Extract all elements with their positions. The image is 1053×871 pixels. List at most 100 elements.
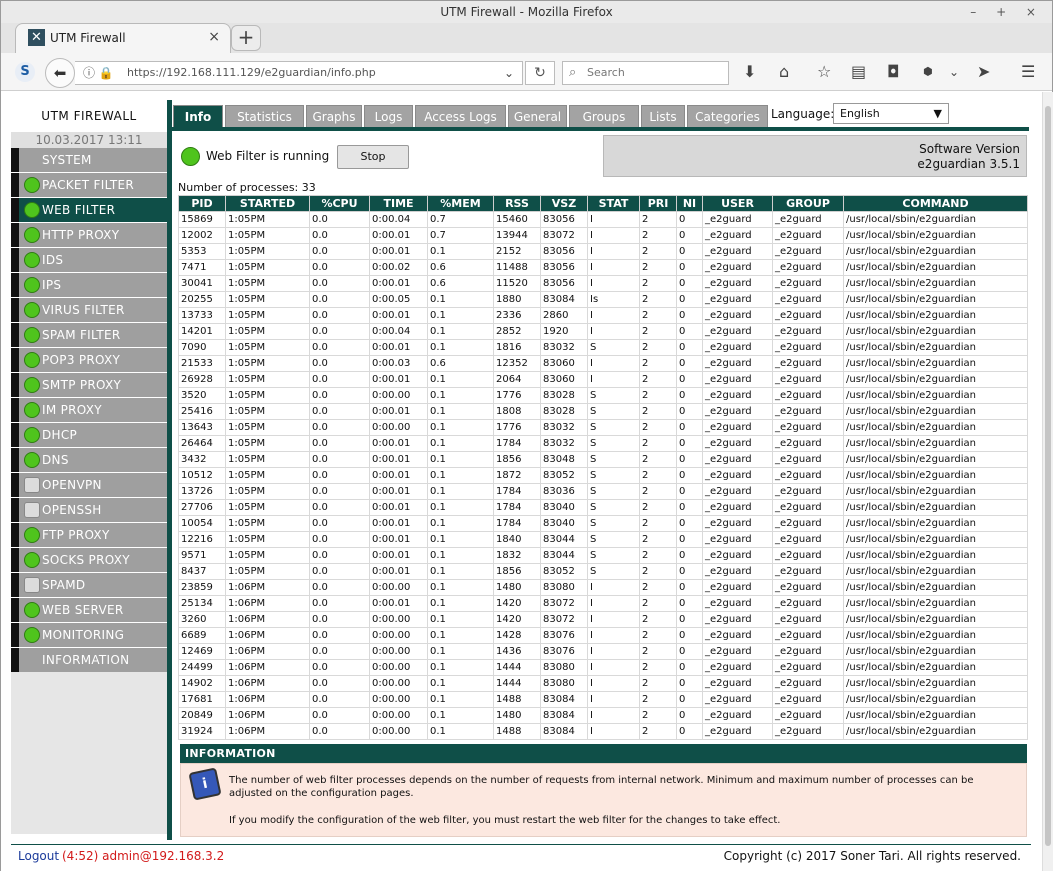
table-cell: I — [587, 355, 640, 372]
back-button[interactable]: ⬅ — [45, 58, 75, 88]
sidebar-item-smtp-proxy[interactable]: SMTP PROXY — [11, 373, 167, 397]
table-cell: 0 — [676, 643, 703, 660]
sidebar-item-openssh[interactable]: OPENSSH — [11, 498, 167, 522]
scrollbar-thumb[interactable] — [1045, 106, 1051, 846]
url-text[interactable]: https://192.168.111.129/e2guardian/info.… — [127, 62, 376, 84]
sidebar-item-im-proxy[interactable]: IM PROXY — [11, 398, 167, 422]
tab-graphs[interactable]: Graphs — [306, 105, 362, 127]
sync-icon[interactable]: S — [15, 62, 35, 82]
sidebar-item-ftp-proxy[interactable]: FTP PROXY — [11, 523, 167, 547]
table-cell: 83044 — [540, 531, 588, 548]
adblock-icon[interactable]: ⬢ — [923, 62, 933, 82]
stop-button[interactable]: Stop — [337, 145, 409, 169]
hamburger-menu-icon[interactable]: ☰ — [1021, 62, 1035, 82]
url-dropdown-icon[interactable]: ⌄ — [504, 62, 514, 84]
bookmark-star-icon[interactable]: ☆ — [817, 62, 831, 82]
url-bar[interactable]: ⓘ 🔒 https://192.168.111.129/e2guardian/i… — [75, 61, 523, 85]
download-icon[interactable]: ⬇ — [743, 62, 756, 82]
table-cell: 0:00.00 — [369, 627, 428, 644]
sidebar-item-spam-filter[interactable]: SPAM FILTER — [11, 323, 167, 347]
sidebar-item-ids[interactable]: IDS — [11, 248, 167, 272]
sidebar-filler — [11, 672, 167, 834]
column-header: USER — [702, 195, 773, 212]
sidebar-item-monitoring[interactable]: MONITORING — [11, 623, 167, 647]
tab-groups[interactable]: Groups — [569, 105, 639, 127]
site-info-icon[interactable]: ⓘ 🔒 — [83, 62, 114, 84]
information-text-1: The number of web filter processes depen… — [229, 775, 974, 799]
browser-tab[interactable]: ✕ UTM Firewall × — [15, 23, 231, 53]
table-cell: 0.0 — [309, 451, 370, 468]
sidebar-item-virus-filter[interactable]: VIRUS FILTER — [11, 298, 167, 322]
sidebar-item-pop3-proxy[interactable]: POP3 PROXY — [11, 348, 167, 372]
table-cell: 1:05PM — [225, 275, 310, 292]
table-cell: 0.1 — [427, 595, 494, 612]
send-icon[interactable]: ➤ — [977, 62, 990, 82]
pocket-icon[interactable]: ◘ — [887, 62, 900, 82]
table-cell: 1:05PM — [225, 515, 310, 532]
table-cell: _e2guard — [702, 275, 773, 292]
sidebar-item-web-server[interactable]: WEB SERVER — [11, 598, 167, 622]
logout-link[interactable]: Logout — [18, 845, 59, 867]
table-cell: 0 — [676, 275, 703, 292]
sidebar-item-packet-filter[interactable]: PACKET FILTER — [11, 173, 167, 197]
sidebar-item-spamd[interactable]: SPAMD — [11, 573, 167, 597]
table-cell: /usr/local/sbin/e2guardian — [843, 531, 1028, 548]
tab-access-logs[interactable]: Access Logs — [415, 105, 506, 127]
tab-logs[interactable]: Logs — [364, 105, 413, 127]
table-cell: 0.0 — [309, 547, 370, 564]
tab-close-icon[interactable]: × — [208, 29, 220, 45]
table-cell: 2 — [639, 467, 677, 484]
table-cell: 83044 — [540, 547, 588, 564]
table-cell: _e2guard — [702, 451, 773, 468]
sidebar-item-socks-proxy[interactable]: SOCKS PROXY — [11, 548, 167, 572]
table-cell: 1:06PM — [225, 675, 310, 692]
home-icon[interactable]: ⌂ — [779, 62, 789, 82]
table-cell: 0:00.01 — [369, 467, 428, 484]
search-input[interactable]: ⌕ Search — [562, 61, 729, 85]
tab-statistics[interactable]: Statistics — [225, 105, 304, 127]
tab-info[interactable]: Info — [173, 105, 223, 127]
table-cell: 0.7 — [427, 211, 494, 228]
table-cell: 0:00.00 — [369, 723, 428, 740]
table-cell: _e2guard — [702, 723, 773, 740]
new-tab-button[interactable]: + — [231, 25, 261, 51]
table-cell: I — [587, 211, 640, 228]
sidebar-item-dhcp[interactable]: DHCP — [11, 423, 167, 447]
reading-list-icon[interactable]: ▤ — [851, 62, 866, 82]
table-cell: 0:00.00 — [369, 579, 428, 596]
table-cell: S — [587, 483, 640, 500]
sidebar-item-information[interactable]: INFORMATION — [11, 648, 167, 672]
table-cell: 0 — [676, 435, 703, 452]
sidebar-item-dns[interactable]: DNS — [11, 448, 167, 472]
table-cell: 0.0 — [309, 339, 370, 356]
sidebar-item-ips[interactable]: IPS — [11, 273, 167, 297]
table-cell: 0.6 — [427, 275, 494, 292]
table-cell: 0:00.02 — [369, 259, 428, 276]
table-cell: _e2guard — [772, 435, 844, 452]
sidebar-item-web-filter[interactable]: WEB FILTER — [11, 198, 167, 222]
adblock-dropdown-icon[interactable]: ⌄ — [949, 62, 959, 82]
window-controls[interactable]: – + × — [970, 1, 1044, 23]
table-cell: I — [587, 611, 640, 628]
vertical-scrollbar[interactable] — [1042, 92, 1053, 871]
table-cell: _e2guard — [702, 531, 773, 548]
tab-categories[interactable]: Categories — [687, 105, 768, 127]
sidebar-item-openvpn[interactable]: OPENVPN — [11, 473, 167, 497]
table-cell: S — [587, 499, 640, 516]
sidebar-item-http-proxy[interactable]: HTTP PROXY — [11, 223, 167, 247]
sidebar-item-system[interactable]: SYSTEM — [11, 148, 167, 172]
table-cell: 0:00.01 — [369, 531, 428, 548]
table-cell: S — [587, 547, 640, 564]
table-cell: 83028 — [540, 403, 588, 420]
table-cell: 0 — [676, 659, 703, 676]
service-stopped-icon — [24, 477, 40, 493]
reload-button[interactable]: ↻ — [525, 61, 555, 85]
tab-general[interactable]: General — [508, 105, 567, 127]
table-cell: 2 — [639, 339, 677, 356]
tab-lists[interactable]: Lists — [641, 105, 685, 127]
table-cell: 12469 — [178, 643, 226, 660]
table-cell: 0.1 — [427, 467, 494, 484]
table-cell: 0.1 — [427, 243, 494, 260]
language-select[interactable]: English ▼ — [833, 103, 949, 124]
table-cell: 83032 — [540, 339, 588, 356]
